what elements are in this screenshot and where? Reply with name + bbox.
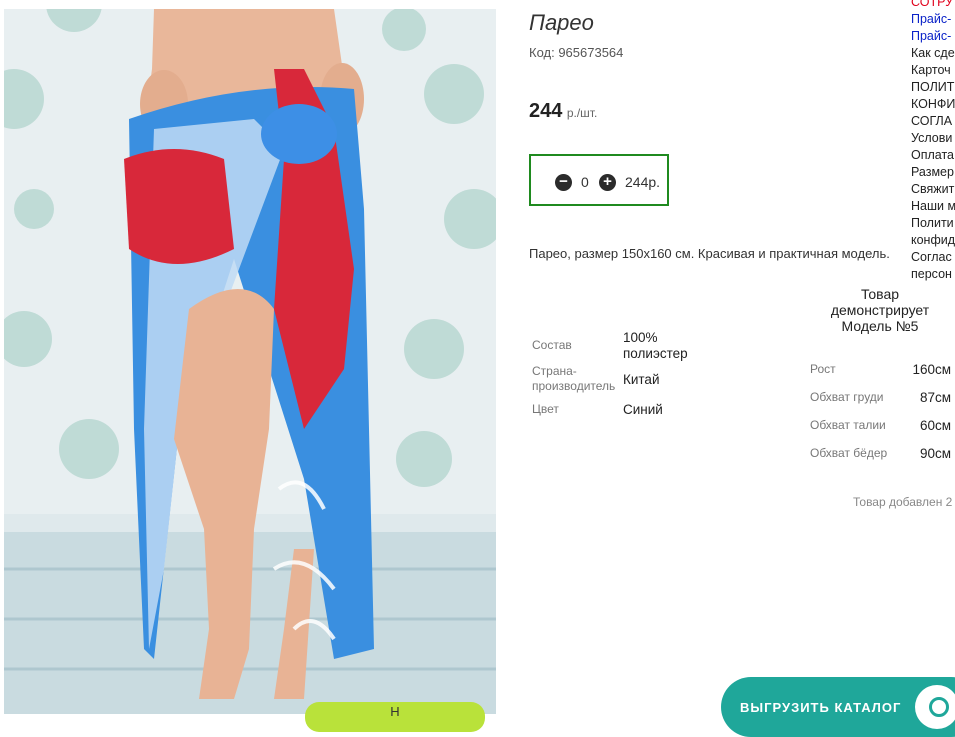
attr-value-composition: 100% полиэстер: [623, 330, 688, 361]
side-menu-item[interactable]: Наши м: [911, 198, 955, 215]
attr-value-country: Китай: [623, 372, 660, 387]
side-menu-item[interactable]: персон: [911, 266, 955, 283]
export-catalog-button[interactable]: ВЫГРУЗИТЬ КАТАЛОГ: [721, 677, 955, 737]
quantity-sum: 244р.: [625, 174, 661, 190]
side-menu-item[interactable]: Соглас: [911, 249, 955, 266]
side-menu-item[interactable]: Прайс-: [911, 11, 955, 28]
model-param-value: 90см: [919, 446, 951, 461]
side-menu-item[interactable]: Услови: [911, 130, 955, 147]
side-menu-item[interactable]: Оплата: [911, 147, 955, 164]
product-description: Парео, размер 150х160 см. Красивая и пра…: [529, 246, 890, 261]
model-param-value: 160см: [912, 362, 951, 377]
side-menu-item[interactable]: Свяжит: [911, 181, 955, 198]
side-menu-item[interactable]: Прайс-: [911, 28, 955, 45]
attr-label-composition: Состав: [532, 338, 572, 352]
quantity-stepper: − 0 + 244р.: [529, 154, 669, 206]
side-menu-item[interactable]: СОТРУ: [911, 0, 955, 11]
model-param-value: 87см: [919, 390, 951, 405]
added-date-text: Товар добавлен 2: [853, 495, 953, 509]
price-value: 244: [529, 100, 563, 122]
model-param-label: Обхват талии: [810, 418, 886, 432]
product-code: Код: 965673564: [529, 45, 624, 60]
attr-label-country: Страна-производитель: [532, 364, 616, 393]
side-menu-item[interactable]: Размер: [911, 164, 955, 181]
side-menu-item[interactable]: Карточ: [911, 62, 955, 79]
price-unit: р./шт.: [566, 106, 598, 120]
side-menu-item[interactable]: ПОЛИТ: [911, 79, 955, 96]
export-catalog-label: ВЫГРУЗИТЬ КАТАЛОГ: [740, 700, 902, 715]
search-icon: [915, 685, 955, 729]
attr-value-color: Синий: [623, 402, 663, 417]
attr-label-color: Цвет: [532, 402, 559, 416]
order-button[interactable]: Н: [305, 702, 485, 732]
product-title: Парео: [529, 10, 594, 35]
minus-icon[interactable]: −: [555, 174, 572, 191]
model-param-value: 60см: [919, 418, 951, 433]
side-menu-item[interactable]: Как сде: [911, 45, 955, 62]
model-param-label: Обхват бёдер: [810, 446, 888, 460]
model-title: Товар демонстрирует Модель №5: [830, 286, 930, 334]
side-menu-item[interactable]: КОНФИ: [911, 96, 955, 113]
side-menu-item[interactable]: конфид: [911, 232, 955, 249]
product-photo[interactable]: [4, 9, 496, 714]
model-param-label: Рост: [810, 362, 836, 376]
side-menu: СОТРУ Прайс- Прайс- Как сде Карточ ПОЛИТ КОНФИ…: [911, 0, 955, 283]
side-menu-item[interactable]: Полити: [911, 215, 955, 232]
model-param-label: Обхват груди: [810, 390, 884, 404]
quantity-value[interactable]: 0: [581, 174, 589, 190]
product-price: 244 р./шт.: [529, 100, 597, 123]
plus-icon[interactable]: +: [599, 174, 616, 191]
side-menu-item[interactable]: СОГЛА: [911, 113, 955, 130]
